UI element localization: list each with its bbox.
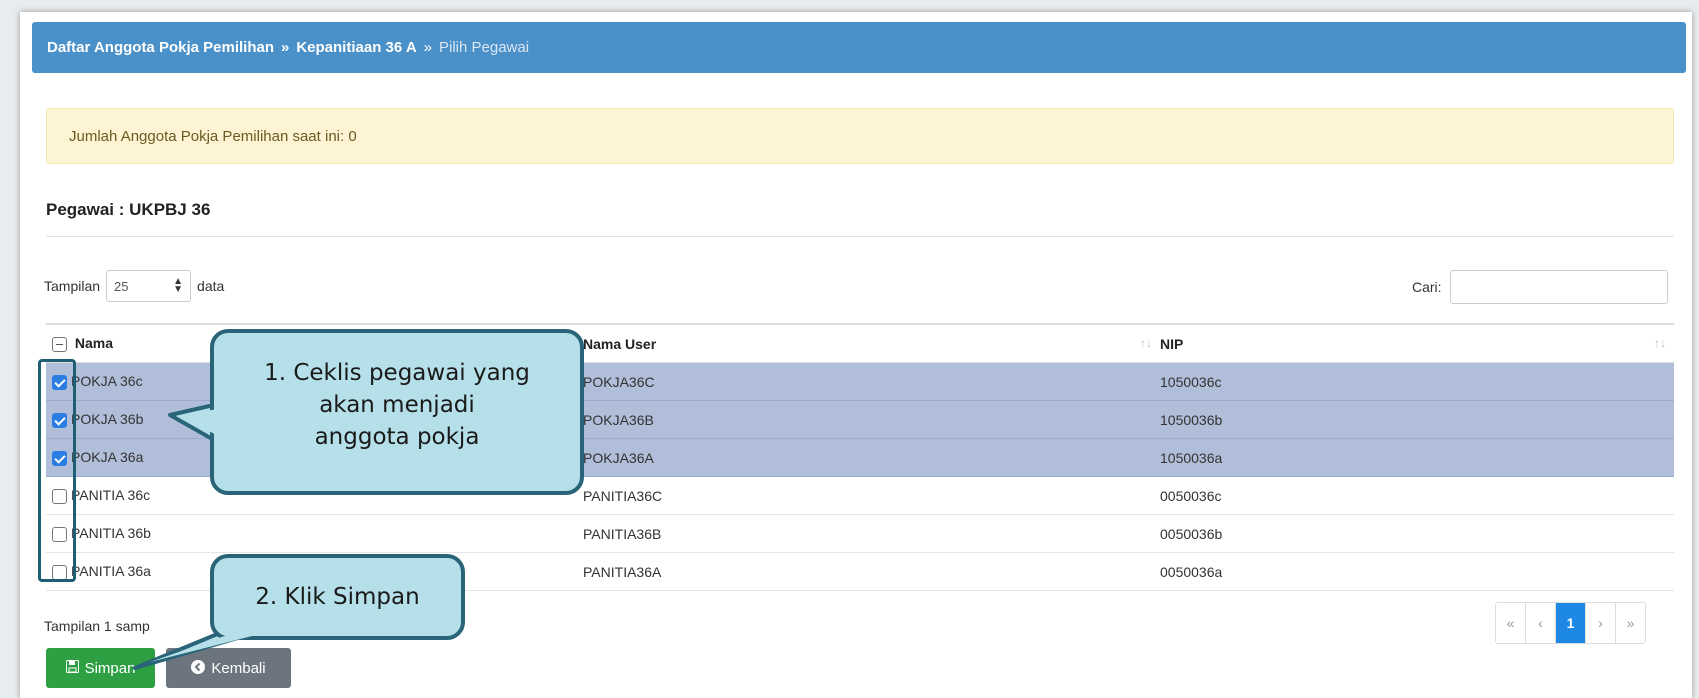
column-header-nip[interactable]: NIP — [1160, 336, 1183, 352]
cell-nama: POKJA 36b — [71, 411, 144, 428]
cell-nip: 1050036a — [1160, 449, 1223, 466]
back-button-label: Kembali — [211, 659, 266, 677]
table-info: Tampilan 1 samp — [44, 618, 150, 634]
pagination-prev[interactable]: ‹ — [1525, 603, 1555, 643]
cell-nama-user: POKJA36B — [583, 411, 654, 428]
cell-nip: 1050036b — [1160, 411, 1223, 428]
floppy-disk-icon — [65, 660, 79, 676]
back-arrow-icon — [191, 659, 206, 677]
breadcrumb-separator: » — [423, 39, 433, 56]
column-header-nama-user[interactable]: Nama User — [583, 336, 656, 352]
checkbox-highlight-box — [38, 359, 76, 582]
callout-step-1-line: akan menjadi — [319, 392, 475, 418]
section-title: Pegawai : UKPBJ 36 — [46, 200, 211, 219]
breadcrumb-current: Pilih Pegawai — [439, 39, 530, 56]
length-prefix: Tampilan — [44, 278, 101, 294]
pagination: « ‹ 1 › » — [1495, 602, 1646, 644]
save-button[interactable]: Simpan — [46, 648, 155, 688]
page-length-value: 25 — [114, 278, 129, 294]
save-button-label: Simpan — [84, 659, 136, 677]
select-arrows-icon: ▲ ▼ — [173, 276, 184, 295]
breadcrumb-link-pokja[interactable]: Daftar Anggota Pokja Pemilihan — [47, 39, 274, 56]
callout-step-2: 2. Klik Simpan — [210, 554, 465, 640]
sort-icon[interactable]: ↑↓ — [1654, 336, 1666, 350]
cell-nama-user: POKJA36C — [583, 373, 655, 390]
breadcrumb: Daftar Anggota Pokja Pemilihan » Kepanit… — [32, 22, 1686, 73]
select-all-checkbox[interactable] — [52, 336, 67, 352]
cell-nama-user: POKJA36A — [583, 449, 654, 466]
pagination-next[interactable]: › — [1585, 603, 1615, 643]
callout-step-1-line: 1. Ceklis pegawai yang — [264, 360, 530, 386]
divider — [46, 236, 1674, 237]
search-label: Cari: — [1412, 279, 1442, 295]
breadcrumb-link-kepanitiaan[interactable]: Kepanitiaan 36 A — [296, 39, 416, 56]
member-count-alert: Jumlah Anggota Pokja Pemilihan saat ini:… — [46, 108, 1674, 164]
sort-icon[interactable]: ↑↓ — [1140, 336, 1152, 350]
cell-nama: POKJA 36c — [71, 373, 143, 390]
cell-nip: 1050036c — [1160, 373, 1222, 390]
cell-nama: PANITIA 36c — [71, 487, 151, 504]
page-length-control: Tampilan 25 ▲ ▼ data — [44, 270, 224, 302]
cell-nama-user: PANITIA36C — [583, 487, 663, 504]
cell-nama-user: PANITIA36B — [583, 525, 662, 542]
breadcrumb-separator: » — [281, 39, 290, 56]
callout-step-1: 1. Ceklis pegawai yang akan menjadi angg… — [210, 329, 584, 495]
pagination-first[interactable]: « — [1496, 603, 1525, 643]
cell-nip: 0050036b — [1160, 525, 1223, 542]
page-length-select[interactable]: 25 ▲ ▼ — [106, 270, 192, 302]
cell-nama: PANITIA 36b — [71, 525, 151, 542]
length-suffix: data — [197, 278, 225, 294]
search-input[interactable] — [1449, 270, 1668, 304]
cell-nama: POKJA 36a — [71, 449, 144, 466]
table-row[interactable]: PANITIA 36b PANITIA36B 0050036b — [46, 514, 1674, 553]
callout-step-1-line: anggota pokja — [314, 424, 480, 450]
column-header-nama[interactable]: Nama — [75, 335, 113, 351]
search-control: Cari: — [1412, 270, 1668, 304]
pagination-last[interactable]: » — [1615, 603, 1645, 643]
cell-nama-user: PANITIA36A — [583, 563, 662, 580]
cell-nip: 0050036c — [1160, 487, 1222, 504]
back-button[interactable]: Kembali — [166, 648, 291, 688]
pagination-page-1[interactable]: 1 — [1555, 603, 1585, 643]
cell-nip: 0050036a — [1160, 563, 1223, 580]
cell-nama: PANITIA 36a — [71, 563, 151, 580]
